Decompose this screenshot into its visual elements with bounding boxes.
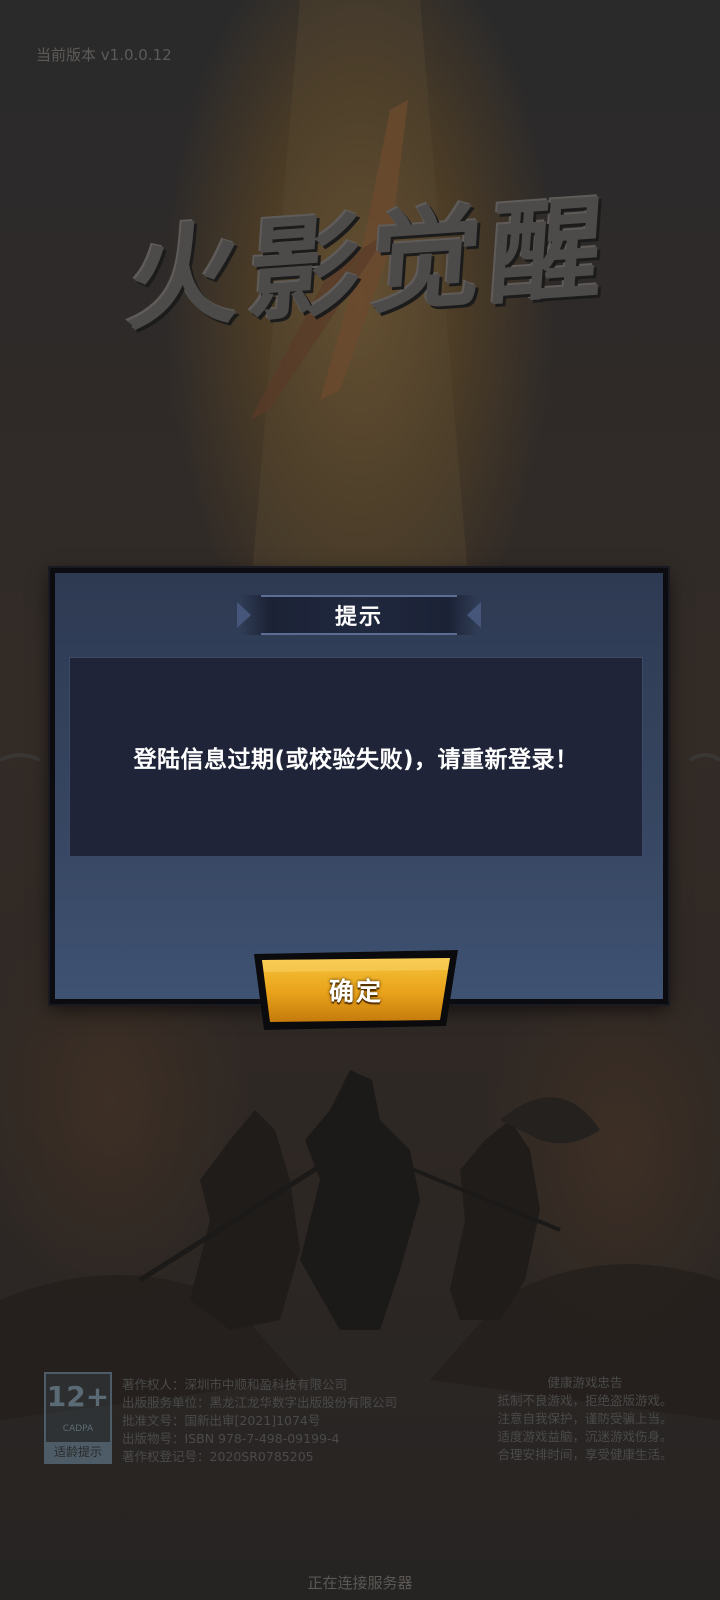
age-rating-org: CADPA: [62, 1424, 94, 1434]
confirm-button[interactable]: 确定: [250, 950, 462, 1030]
dialog-title: 提示: [334, 605, 383, 630]
health-notice-title: 健康游戏忠告: [547, 1375, 623, 1390]
dialog-title-banner: 提示: [237, 595, 481, 635]
publication-line: 批准文号：国新出审[2021]1074号: [122, 1413, 321, 1428]
age-rating-badge: 12+ CADPA 适龄提示: [44, 1372, 112, 1464]
publication-info: 著作权人：深圳市中顺和盈科技有限公司 出版服务单位：黑龙江龙华数字出版股份有限公…: [122, 1376, 452, 1466]
alert-dialog: 提示 登陆信息过期(或校验失败)，请重新登录！: [50, 568, 668, 1004]
health-notice: 健康游戏忠告 抵制不良游戏，拒绝盗版游戏。 注意自我保护，谨防受骗上当。 适度游…: [490, 1374, 680, 1464]
publication-line: 出版物号：ISBN 978-7-498-09199-4: [122, 1431, 340, 1446]
age-rating-number: 12+: [46, 1380, 110, 1413]
health-notice-line: 注意自我保护，谨防受骗上当。: [497, 1411, 673, 1426]
health-notice-line: 适度游戏益脑，沉迷游戏伤身。: [497, 1429, 673, 1444]
banner-divider: [261, 633, 457, 635]
age-rating-tip: 适龄提示: [46, 1442, 110, 1462]
publication-line: 著作权人：深圳市中顺和盈科技有限公司: [122, 1377, 348, 1392]
banner-divider: [261, 595, 457, 597]
chevron-right-icon: [467, 602, 481, 628]
publication-line: 出版服务单位：黑龙江龙华数字出版股份有限公司: [122, 1395, 398, 1410]
chevron-left-icon: [237, 602, 251, 628]
health-notice-line: 合理安排时间，享受健康生活。: [497, 1447, 673, 1462]
dialog-message-box: 登陆信息过期(或校验失败)，请重新登录！: [69, 657, 643, 857]
connection-status: 正在连接服务器: [307, 1574, 413, 1592]
confirm-button-label: 确定: [328, 977, 383, 1006]
health-notice-line: 抵制不良游戏，拒绝盗版游戏。: [497, 1393, 673, 1408]
publication-line: 著作权登记号：2020SR0785205: [122, 1449, 314, 1464]
dialog-message: 登陆信息过期(或校验失败)，请重新登录！: [133, 747, 579, 773]
